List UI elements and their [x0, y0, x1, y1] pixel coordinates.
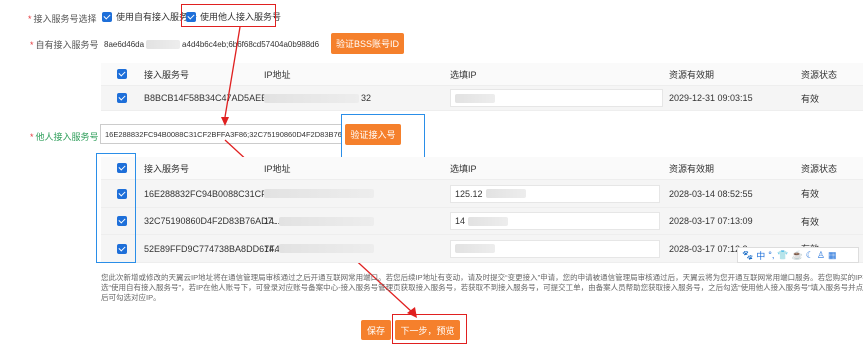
ip-cell: 14.: [264, 235, 374, 262]
person-icon[interactable]: ♙: [817, 250, 825, 261]
service-no-cell: 32C75190860D4F2D83B76AD7...: [144, 216, 281, 226]
expiry-cell: 2028-03-17 07:13:09: [669, 216, 753, 226]
col-status: 资源状态: [801, 163, 838, 174]
status-cell: 有效: [801, 216, 820, 227]
col-expiry: 资源有效期: [669, 163, 715, 174]
optional-ip-cell: 125.12: [450, 180, 660, 207]
annotation-blue-box: [96, 153, 136, 263]
optional-ip-input[interactable]: 14: [450, 212, 660, 230]
notice-text: 您此次新增或修改的天翼云IP地址将在通信管理局审核通过之后开通互联网常用端口。若…: [101, 273, 863, 302]
paw-icon[interactable]: 🐾: [742, 250, 753, 261]
table-row: 32C75190860D4F2D83B76AD7... 14. 14 2028-…: [101, 208, 863, 235]
expiry-cell: 2028-03-14 08:52:55: [669, 188, 753, 199]
expiry-cell: 2028-03-17 07:12:2: [669, 243, 748, 254]
grid-icon[interactable]: ▦: [828, 250, 837, 261]
ime-punctuation[interactable]: °,: [768, 250, 774, 260]
optional-ip-cell: 14: [450, 208, 660, 234]
optional-ip-cell: [450, 235, 660, 262]
table-header: 接入服务号 IP地址 选填IP 资源有效期 资源状态: [101, 157, 863, 180]
moon-icon[interactable]: ☾: [806, 250, 814, 261]
ime-chinese-mode[interactable]: 中: [756, 249, 765, 262]
shirt-icon[interactable]: 👕: [777, 250, 788, 261]
optional-ip-input[interactable]: 125.12: [450, 184, 660, 203]
redacted: [278, 244, 374, 253]
ip-cell: [264, 180, 374, 207]
col-service-no: 接入服务号: [144, 163, 190, 174]
col-ip: IP地址: [264, 163, 291, 174]
ip-cell: 14.: [264, 208, 374, 234]
table-row: 16E288832FC94B0088C31CF28... 125.12 2028…: [101, 180, 863, 208]
redacted: [278, 216, 374, 226]
ime-toolbar[interactable]: 🐾 中 °, 👕 ☕ ☾ ♙ ▦: [737, 247, 859, 263]
redacted: [264, 189, 374, 198]
cup-icon[interactable]: ☕: [792, 250, 803, 261]
annotation-red-box: [392, 314, 467, 344]
col-optional-ip: 选填IP: [450, 163, 477, 174]
optional-ip-input[interactable]: [450, 239, 660, 258]
save-button[interactable]: 保存: [361, 320, 391, 340]
status-cell: 有效: [801, 189, 820, 199]
